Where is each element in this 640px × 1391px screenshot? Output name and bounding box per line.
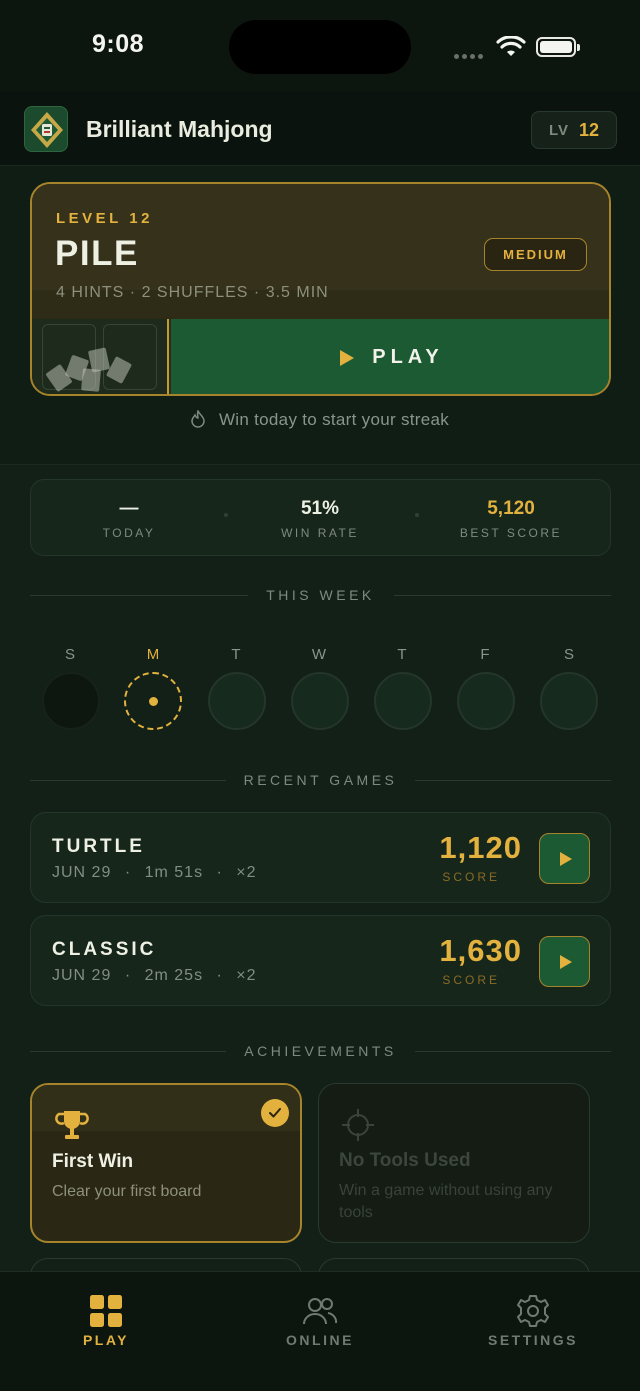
difficulty-badge: MEDIUM: [484, 238, 587, 271]
game-duration: 1m 51s: [144, 864, 204, 881]
completed-check-icon: [261, 1099, 289, 1127]
player-level: 12: [579, 119, 600, 140]
game-name: CLASSIC: [52, 939, 157, 960]
stat-best-score: 5,120 BEST SCORE: [421, 498, 601, 540]
achievement-desc: Win a game without using any tools: [339, 1182, 553, 1221]
weekday-label: W: [311, 646, 327, 663]
section-title: THIS WEEK: [266, 587, 375, 603]
stat-label: BEST SCORE: [459, 526, 563, 540]
day-status: [457, 672, 515, 730]
weekday-label: S: [563, 646, 574, 663]
level-prefix: LV: [548, 121, 570, 139]
play-icon: [560, 954, 572, 969]
section-header-recent-games: RECENT GAMES: [30, 770, 611, 790]
flame-icon: [191, 410, 205, 428]
game-name: TURTLE: [52, 836, 145, 857]
play-label: PLAY: [372, 346, 444, 368]
divider-dot: [224, 513, 228, 517]
wifi-icon: [496, 36, 526, 56]
play-icon: [340, 349, 355, 366]
stat-today: — TODAY: [39, 498, 219, 540]
score-label: SCORE: [442, 973, 500, 987]
game-multiplier: ×2: [236, 967, 257, 984]
game-date: JUN 29: [52, 967, 112, 984]
game-score: 1,120: [439, 830, 522, 865]
tab-settings[interactable]: SETTINGS: [463, 1294, 603, 1348]
day-status-today: [124, 672, 182, 730]
battery-icon: [536, 37, 580, 57]
status-bar: 9:08: [0, 0, 640, 92]
streak-text: Win today to start your streak: [218, 410, 450, 429]
game-meta: JUN 29 · 1m 51s · ×2: [52, 864, 257, 881]
play-level-button[interactable]: PLAY: [171, 319, 609, 394]
level-number: LEVEL 12: [56, 210, 153, 227]
day-status: [291, 672, 349, 730]
section-header-this-week: THIS WEEK: [30, 585, 611, 605]
stat-value: —: [119, 498, 139, 519]
stats-card: — TODAY 51% WIN RATE 5,120 BEST SCORE: [30, 479, 611, 556]
achievement-card-locked[interactable]: No Tools Used Win a game without using a…: [318, 1083, 590, 1243]
achievement-name: First Win: [52, 1151, 134, 1172]
tab-play[interactable]: PLAY: [36, 1294, 176, 1348]
section-header-achievements: ACHIEVEMENTS: [30, 1041, 611, 1061]
tab-label: PLAY: [82, 1332, 130, 1348]
day-status: [42, 672, 100, 730]
day-status: [540, 672, 598, 730]
preview-tile: [81, 368, 101, 392]
replay-button[interactable]: [539, 936, 590, 987]
gear-icon: [517, 1295, 549, 1327]
day-status: [208, 672, 266, 730]
replay-button[interactable]: [539, 833, 590, 884]
app-title: Brilliant Mahjong: [86, 116, 273, 142]
player-level-badge[interactable]: LV 12: [531, 111, 617, 149]
achievement-desc: Clear your first board: [52, 1183, 202, 1200]
play-icon: [560, 851, 572, 866]
achievement-card[interactable]: First Win Clear your first board: [30, 1083, 302, 1243]
achievement-name: No Tools Used: [339, 1150, 471, 1171]
divider-dot: [415, 513, 419, 517]
game-duration: 2m 25s: [144, 967, 204, 984]
preview-slot: [103, 324, 157, 390]
streak-hint: Win today to start your streak: [0, 410, 640, 430]
stat-value: 5,120: [487, 498, 535, 519]
weekday-label: S: [64, 646, 75, 663]
level-meta: 4 HINTS · 2 SHUFFLES · 3.5 MIN: [56, 284, 329, 301]
stat-label: TODAY: [102, 526, 156, 540]
weekday-label: T: [397, 646, 407, 663]
status-time: 9:08: [92, 30, 145, 58]
tab-online[interactable]: ONLINE: [250, 1294, 390, 1348]
stat-value: 51%: [300, 498, 340, 519]
app-logo-icon: [24, 106, 68, 152]
recent-game-row[interactable]: TURTLE JUN 29 · 1m 51s · ×2 1,120 SCORE: [30, 812, 611, 903]
app-header: Brilliant Mahjong LV 12: [0, 92, 640, 166]
game-score: 1,630: [439, 933, 522, 968]
next-level-card[interactable]: LEVEL 12 PILE MEDIUM 4 HINTS · 2 SHUFFLE…: [30, 182, 611, 396]
day-status: [374, 672, 432, 730]
section-title: RECENT GAMES: [243, 772, 398, 788]
cellular-signal-icon: [454, 46, 488, 59]
game-date: JUN 29: [52, 864, 112, 881]
weekday-label: T: [231, 646, 241, 663]
weekday-label: F: [480, 646, 490, 663]
users-icon: [303, 1298, 338, 1325]
score-label: SCORE: [442, 870, 500, 884]
dynamic-island: [229, 20, 411, 74]
stat-label: WIN RATE: [281, 526, 359, 540]
tab-label: ONLINE: [286, 1332, 354, 1348]
crosshair-icon: [342, 1109, 374, 1141]
section-title: ACHIEVEMENTS: [244, 1043, 397, 1059]
recent-game-row[interactable]: CLASSIC JUN 29 · 2m 25s · ×2 1,630 SCORE: [30, 915, 611, 1006]
layout-name: PILE: [55, 234, 139, 273]
weekday-label: M: [146, 646, 160, 663]
bottom-tab-bar: PLAY ONLINE SETTINGS: [0, 1271, 640, 1391]
game-multiplier: ×2: [236, 864, 257, 881]
stat-win-rate: 51% WIN RATE: [230, 498, 410, 540]
tab-label: SETTINGS: [487, 1332, 578, 1348]
grid-icon: [90, 1295, 122, 1327]
game-meta: JUN 29 · 2m 25s · ×2: [52, 967, 257, 984]
trophy-icon: [55, 1111, 89, 1139]
layout-preview: [32, 319, 169, 394]
